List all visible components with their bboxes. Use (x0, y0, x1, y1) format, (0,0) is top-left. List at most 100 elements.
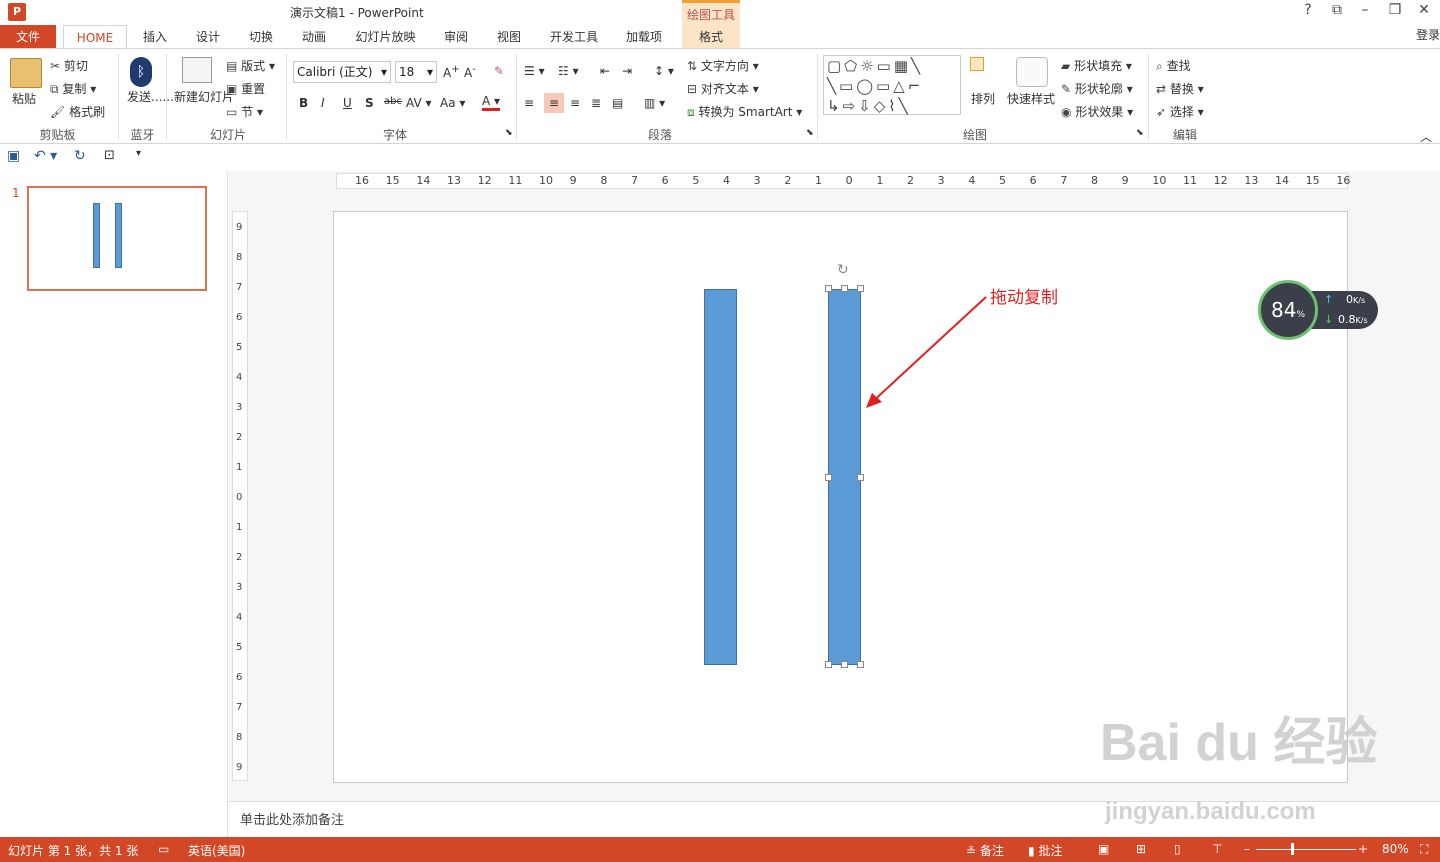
section-button[interactable]: ▭ 节 ▾ (226, 103, 263, 120)
cut-button[interactable]: ✂ 剪切 (50, 57, 88, 74)
text-shadow-icon[interactable]: S (365, 96, 374, 110)
resize-handle[interactable] (841, 661, 848, 668)
dialog-launcher-icon[interactable]: ⬊ (806, 128, 814, 138)
network-speed-widget[interactable]: 84% ↑ 0K/s ↓ 0.8K/s (1258, 280, 1378, 340)
bold-icon[interactable]: B (299, 96, 308, 110)
bullets-icon[interactable]: ☰ ▾ (524, 64, 545, 78)
notes-placeholder[interactable]: 单击此处添加备注 (240, 809, 344, 828)
convert-smartart-button[interactable]: ⧈ 转换为 SmartArt ▾ (687, 103, 802, 120)
layout-button[interactable]: ▤ 版式 ▾ (226, 57, 275, 74)
slideshow-view-icon[interactable]: ⊤ (1212, 842, 1222, 856)
comments-toggle-button[interactable]: ▮ 批注 (1028, 842, 1062, 859)
char-spacing-icon[interactable]: AV ▾ (406, 96, 432, 110)
undo-icon[interactable]: ↶ ▾ (34, 148, 57, 164)
zoom-slider-thumb[interactable] (1291, 843, 1294, 855)
italic-icon[interactable]: I (321, 96, 325, 110)
tab-home[interactable]: HOME (63, 25, 127, 50)
arrange-icon[interactable] (970, 57, 998, 87)
tab-design[interactable]: 设计 (188, 25, 228, 49)
align-left-icon[interactable]: ≡ (524, 96, 534, 110)
zoom-out-icon[interactable]: – (1244, 842, 1250, 856)
tab-review[interactable]: 审阅 (436, 25, 476, 49)
font-color-icon[interactable]: A ▾ (482, 94, 501, 111)
rotate-handle-icon[interactable]: ↻ (837, 262, 849, 278)
align-center-icon[interactable]: ≡ (544, 93, 564, 113)
zoom-slider-track[interactable] (1256, 849, 1356, 850)
spell-check-icon[interactable]: ▭ (158, 842, 169, 856)
slide-thumbnail[interactable] (27, 186, 207, 291)
text-direction-button[interactable]: ⇅ 文字方向 ▾ (687, 57, 759, 74)
line-spacing-icon[interactable]: ↕ ▾ (654, 64, 674, 78)
replace-button[interactable]: ⇄ 替换 ▾ (1156, 80, 1204, 97)
quick-styles-icon[interactable] (1016, 57, 1048, 87)
dialog-launcher-icon[interactable]: ⬊ (1136, 128, 1144, 138)
shapes-gallery[interactable]: ▢⬠☼▭▦╲ ╲▭◯▭△⌐ ↳⇨⇩◇⌇╲ (823, 55, 961, 115)
tab-format[interactable]: 格式 (682, 25, 740, 49)
bluetooth-icon[interactable]: ᛒ (130, 57, 152, 87)
font-size-combo[interactable]: 18 ▾ (395, 61, 437, 83)
close-icon[interactable]: ✕ (1412, 2, 1436, 18)
help-icon[interactable]: ? (1296, 2, 1320, 18)
decrease-indent-icon[interactable]: ⇤ (600, 64, 610, 78)
maximize-icon[interactable]: ❐ (1383, 2, 1407, 18)
align-right-icon[interactable]: ≡ (570, 96, 580, 110)
tab-slideshow[interactable]: 幻灯片放映 (348, 25, 423, 49)
resize-handle[interactable] (857, 474, 864, 481)
shrink-font-icon[interactable]: A- (464, 64, 476, 80)
clear-format-icon[interactable]: ✎ (494, 64, 504, 78)
shape-fill-button[interactable]: ▰ 形状填充 ▾ (1061, 57, 1132, 74)
paste-icon[interactable] (10, 58, 42, 88)
find-button[interactable]: ⌕ 查找 (1156, 57, 1191, 74)
resize-handle[interactable] (825, 474, 832, 481)
customize-qat-icon[interactable]: ▾ (136, 148, 141, 159)
rectangle-shape-original[interactable] (704, 289, 737, 665)
minimize-icon[interactable]: – (1353, 2, 1377, 18)
tab-file[interactable]: 文件 (0, 25, 56, 49)
increase-indent-icon[interactable]: ⇥ (622, 64, 632, 78)
shape-effects-button[interactable]: ◉ 形状效果 ▾ (1061, 103, 1133, 120)
language-status[interactable]: 英语(美国) (188, 842, 245, 859)
redo-icon[interactable]: ↻ (74, 148, 86, 164)
collapse-ribbon-icon[interactable]: ︿ (1420, 128, 1432, 145)
copy-button[interactable]: ⧉ 复制 ▾ (50, 80, 96, 97)
powerpoint-app-icon[interactable]: P (8, 3, 26, 21)
resize-handle[interactable] (857, 661, 864, 668)
reading-view-icon[interactable]: ▯ (1174, 842, 1181, 856)
numbering-icon[interactable]: ☷ ▾ (558, 64, 579, 78)
slide-sorter-icon[interactable]: ⊞ (1136, 842, 1146, 856)
select-button[interactable]: ➶ 选择 ▾ (1156, 103, 1204, 120)
restore-ribbon-icon[interactable]: ⧉ (1325, 2, 1349, 18)
zoom-level[interactable]: 80% (1382, 842, 1409, 856)
font-name-combo[interactable]: Calibri (正文) ▾ (293, 61, 391, 83)
arrange-button[interactable]: 排列 (971, 90, 995, 107)
justify-icon[interactable]: ≣ (591, 96, 601, 110)
columns-icon[interactable]: ▥ ▾ (644, 96, 665, 110)
resize-handle[interactable] (825, 661, 832, 668)
slide-canvas[interactable]: ↻ (333, 211, 1348, 783)
tab-addins[interactable]: 加载项 (618, 25, 670, 49)
fit-to-window-icon[interactable]: ⛶ (1420, 842, 1428, 857)
start-slideshow-icon[interactable]: ⊡ (104, 148, 115, 163)
new-slide-button[interactable]: 新建幻灯片 (174, 90, 234, 104)
notes-toggle-button[interactable]: ≗ 备注 (966, 842, 1004, 859)
bluetooth-send-button[interactable]: 发送...... (127, 90, 174, 104)
format-painter-button[interactable]: 🖌 格式刷 (50, 103, 105, 120)
zoom-in-icon[interactable]: + (1358, 842, 1368, 856)
align-text-button[interactable]: ⊟ 对齐文本 ▾ (687, 80, 759, 97)
save-icon[interactable]: ▣ (7, 148, 20, 164)
normal-view-icon[interactable]: ▣ (1098, 842, 1109, 856)
login-link[interactable]: 登录 (1416, 26, 1440, 43)
paste-button[interactable]: 粘贴 (12, 90, 36, 107)
tab-view[interactable]: 视图 (489, 25, 529, 49)
dialog-launcher-icon[interactable]: ⬊ (505, 128, 513, 138)
tab-transitions[interactable]: 切换 (241, 25, 281, 49)
distributed-icon[interactable]: ▤ (612, 96, 623, 110)
tab-developer[interactable]: 开发工具 (543, 25, 605, 49)
tab-animations[interactable]: 动画 (294, 25, 334, 49)
new-slide-icon[interactable] (182, 57, 212, 83)
change-case-icon[interactable]: Aa ▾ (440, 96, 465, 110)
resize-handle[interactable] (825, 285, 832, 292)
grow-font-icon[interactable]: A+ (443, 64, 460, 80)
shape-outline-button[interactable]: ✎ 形状轮廓 ▾ (1061, 80, 1133, 97)
resize-handle[interactable] (841, 285, 848, 292)
